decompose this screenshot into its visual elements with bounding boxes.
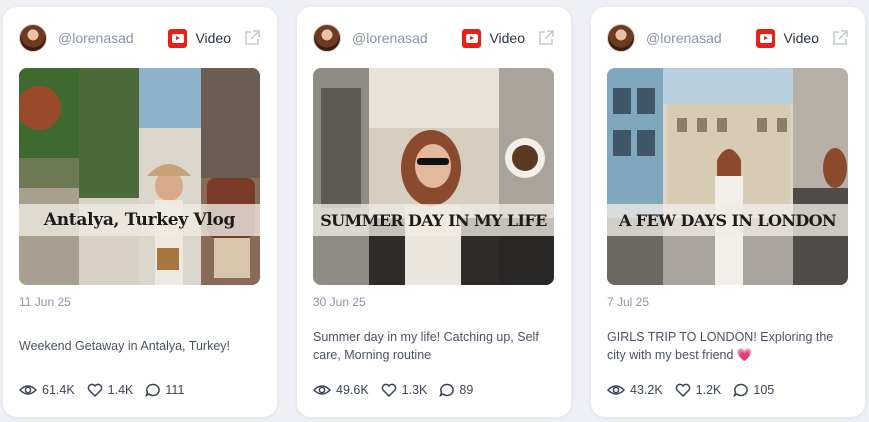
thumbnail-title: Antalya, Turkey Vlog [19,204,260,236]
video-card[interactable]: @lorenasad Video A FEW DAYS IN LONDON 7 … [591,7,865,417]
post-caption: Summer day in my life! Catching up, Self… [313,330,539,362]
thumbnail-image [313,68,554,285]
comments-count: 89 [459,383,474,397]
youtube-icon [462,28,482,48]
heart-icon [675,383,690,397]
author-handle[interactable]: @lorenasad [352,30,428,46]
eye-icon [313,385,331,395]
likes-stat: 1.4K [87,383,134,397]
comments-stat: 111 [145,383,184,397]
post-date: 30 Jun 25 [313,295,366,309]
likes-stat: 1.3K [381,383,428,397]
video-thumbnail[interactable]: Antalya, Turkey Vlog [19,68,260,285]
thumbnail-title: A FEW DAYS IN LONDON [607,204,848,236]
comments-stat: 105 [733,383,774,397]
likes-count: 1.4K [107,383,134,397]
thumbnail-image [607,68,848,285]
external-link-icon[interactable] [243,29,261,47]
post-date: 11 Jun 25 [19,295,71,309]
comments-count: 111 [165,383,185,397]
platform-label: Video [489,30,525,46]
comments-stat: 89 [439,383,473,397]
author-handle[interactable]: @lorenasad [646,30,722,46]
engagement-stats: 43.2K 1.2K 105 [607,383,786,397]
views-count: 61.4K [42,383,75,397]
avatar[interactable] [19,24,47,52]
views-count: 49.6K [336,383,369,397]
youtube-icon [756,28,776,48]
post-caption: Weekend Getaway in Antalya, Turkey! [19,339,230,353]
eye-icon [19,385,37,395]
avatar[interactable] [607,24,635,52]
avatar[interactable] [313,24,341,52]
platform-label: Video [783,30,819,46]
heart-icon [381,383,396,397]
views-count: 43.2K [630,383,663,397]
likes-stat: 1.2K [675,383,722,397]
views-stat: 49.6K [313,383,369,397]
author-handle[interactable]: @lorenasad [58,30,134,46]
card-header: @lorenasad Video [607,24,849,52]
views-stat: 43.2K [607,383,663,397]
likes-count: 1.2K [695,383,722,397]
video-card[interactable]: @lorenasad Video SUMMER DAY IN MY LIFE 3… [297,7,571,417]
comments-count: 105 [753,383,775,397]
external-link-icon[interactable] [537,29,555,47]
thumbnail-title: SUMMER DAY IN MY LIFE [313,204,554,236]
platform-label: Video [195,30,231,46]
heart-icon [87,383,102,397]
post-caption: GIRLS TRIP TO LONDON! Exploring the city… [607,330,834,362]
engagement-stats: 49.6K 1.3K 89 [313,383,485,397]
video-card[interactable]: @lorenasad Video Antalya, Turkey Vlog 11… [3,7,277,417]
thumbnail-image [19,68,260,285]
youtube-icon [168,28,188,48]
engagement-stats: 61.4K 1.4K 111 [19,383,196,397]
comment-icon [145,383,161,397]
comment-icon [733,383,749,397]
card-header: @lorenasad Video [313,24,555,52]
video-thumbnail[interactable]: A FEW DAYS IN LONDON [607,68,848,285]
likes-count: 1.3K [401,383,428,397]
views-stat: 61.4K [19,383,75,397]
video-thumbnail[interactable]: SUMMER DAY IN MY LIFE [313,68,554,285]
post-date: 7 Jul 25 [607,295,650,309]
card-header: @lorenasad Video [19,24,261,52]
eye-icon [607,385,625,395]
external-link-icon[interactable] [831,29,849,47]
comment-icon [439,383,455,397]
